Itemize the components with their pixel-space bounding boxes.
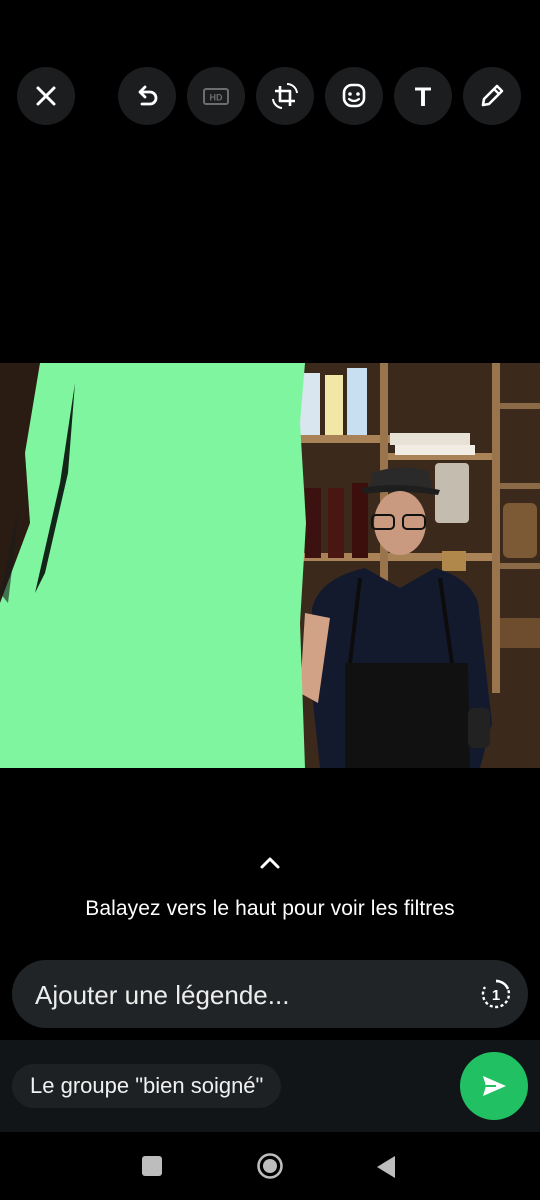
recipient-bar: Le groupe "bien soigné" xyxy=(0,1040,540,1132)
close-icon xyxy=(36,86,56,106)
svg-text:T: T xyxy=(415,82,432,111)
view-once-icon[interactable]: 1 xyxy=(480,978,512,1010)
undo-button[interactable] xyxy=(118,67,176,125)
sticker-button[interactable] xyxy=(325,67,383,125)
edited-photo[interactable] xyxy=(0,363,540,768)
svg-text:HD: HD xyxy=(210,93,223,103)
undo-icon xyxy=(138,85,158,106)
close-button[interactable] xyxy=(17,67,75,125)
recent-apps-icon[interactable] xyxy=(141,1155,163,1177)
filters-hint: Balayez vers le haut pour voir les filtr… xyxy=(85,897,455,920)
send-button[interactable] xyxy=(460,1052,528,1120)
text-icon: T xyxy=(415,82,432,111)
send-icon xyxy=(483,1076,506,1096)
crop-rotate-icon xyxy=(272,82,298,109)
svg-text:1: 1 xyxy=(492,987,500,1004)
hd-icon: HD xyxy=(203,88,229,105)
pencil-icon xyxy=(481,84,504,107)
chevron-up-icon[interactable] xyxy=(257,855,283,871)
caption-bar: 1 xyxy=(12,960,528,1028)
hd-button[interactable]: HD xyxy=(187,67,245,125)
text-button[interactable]: T xyxy=(394,67,452,125)
sticker-icon xyxy=(342,83,366,108)
recipient-chip[interactable]: Le groupe "bien soigné" xyxy=(12,1064,282,1108)
back-icon[interactable] xyxy=(374,1154,398,1180)
caption-input[interactable] xyxy=(35,979,455,1011)
pencil-button[interactable] xyxy=(463,67,521,125)
photo-canvas xyxy=(0,363,540,768)
home-icon[interactable] xyxy=(256,1152,284,1180)
crop-rotate-button[interactable] xyxy=(256,67,314,125)
system-navigation-bar xyxy=(0,1132,540,1200)
